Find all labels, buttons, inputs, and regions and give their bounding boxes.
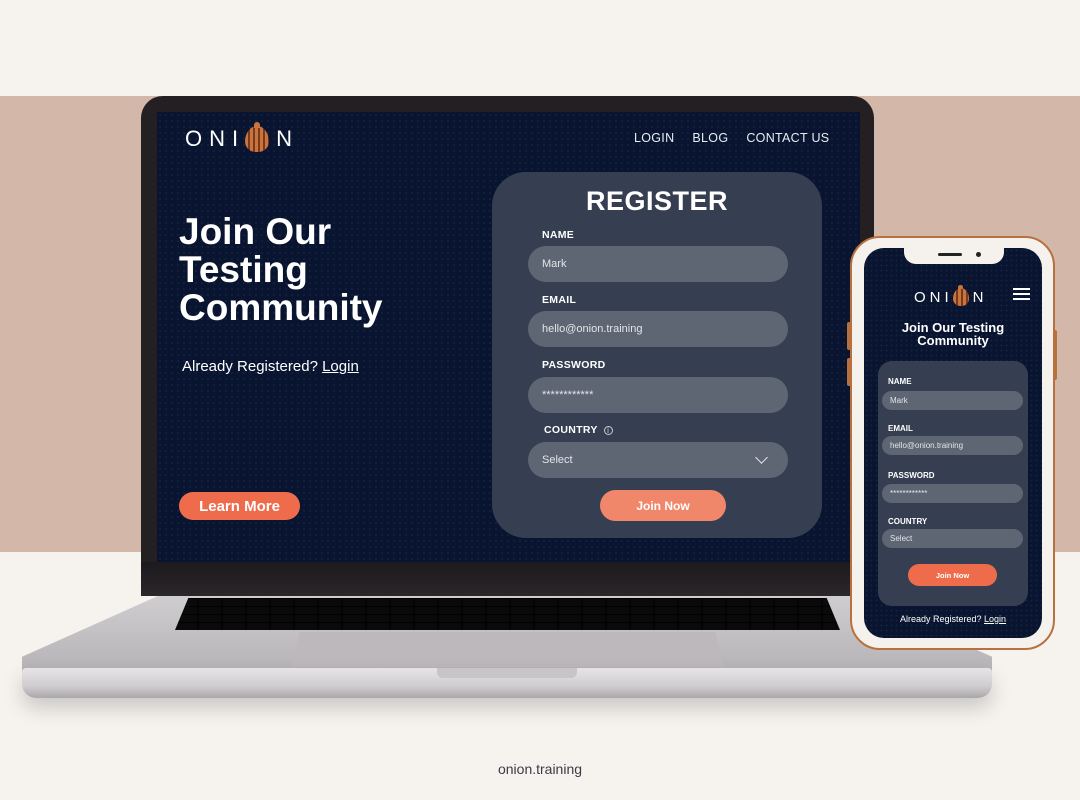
email-input[interactable]: hello@onion.training <box>528 311 788 347</box>
logo-text-left: ONI <box>914 288 953 306</box>
mobile-hero-title: Join Our Testing Community <box>864 321 1042 347</box>
password-input[interactable]: ************ <box>528 377 788 413</box>
mobile-country-value: Select <box>890 534 913 543</box>
password-label: PASSWORD <box>542 359 606 371</box>
mobile-already-text: Already Registered? <box>899 614 982 624</box>
onion-icon <box>952 285 969 306</box>
nav-login[interactable]: LOGIN <box>634 131 674 145</box>
logo-text-right: N <box>972 288 988 306</box>
mobile-password-label: PASSWORD <box>888 471 935 480</box>
already-registered-text: Already Registered? <box>182 358 318 375</box>
password-value: ************ <box>542 389 594 401</box>
learn-more-button[interactable]: Learn More <box>179 492 300 520</box>
hero-title-line: Testing <box>179 249 308 290</box>
mobile-password-value: ************ <box>890 489 928 498</box>
mobile-name-input[interactable]: Mark <box>882 391 1023 410</box>
email-label: EMAIL <box>542 294 577 306</box>
info-icon[interactable]: i <box>603 425 613 435</box>
already-registered: Already Registered? Login <box>182 358 359 375</box>
mobile-password-input[interactable]: ************ <box>882 484 1023 503</box>
logo-text-right: N <box>276 126 300 151</box>
country-select[interactable]: Select <box>528 442 788 478</box>
name-input[interactable]: Mark <box>528 246 788 282</box>
nav-blog[interactable]: BLOG <box>692 131 728 145</box>
country-label-text: COUNTRY <box>544 424 598 436</box>
mobile-country-select[interactable]: Select <box>882 529 1023 548</box>
hamburger-menu-icon[interactable] <box>1013 288 1030 300</box>
phone-camera <box>976 252 981 257</box>
footer-url[interactable]: onion.training <box>0 761 1080 777</box>
mobile-already-registered: Already Registered? Login <box>864 614 1042 624</box>
nav-contact-us[interactable]: CONTACT US <box>746 131 829 145</box>
mobile-email-value: hello@onion.training <box>890 441 964 450</box>
country-label: COUNTRY i <box>544 424 613 436</box>
mobile-login-link[interactable]: Login <box>984 614 1006 624</box>
phone-speaker <box>938 253 962 256</box>
phone-mockup: ONI N Join Our Testing Community NAME Ma… <box>850 236 1055 650</box>
hero-title-line: Join Our <box>179 211 332 252</box>
laptop-keyboard <box>175 598 840 630</box>
name-value: Mark <box>542 258 567 270</box>
desktop-logo[interactable]: ONI N <box>185 122 300 152</box>
logo-text-left: ONI <box>185 126 246 151</box>
hero-title-line: Community <box>179 287 383 328</box>
chevron-down-icon <box>755 451 768 464</box>
phone-screen: ONI N Join Our Testing Community NAME Ma… <box>864 248 1042 638</box>
join-now-button[interactable]: Join Now <box>600 490 726 521</box>
mobile-name-value: Mark <box>890 396 908 405</box>
email-value: hello@onion.training <box>542 323 643 335</box>
mobile-register-card: NAME Mark EMAIL hello@onion.training PAS… <box>878 361 1028 606</box>
mobile-name-label: NAME <box>888 377 912 386</box>
login-link[interactable]: Login <box>322 358 359 375</box>
register-title: REGISTER <box>585 186 729 216</box>
laptop-trackpad <box>291 632 724 667</box>
hero-title: Join Our Testing Community <box>179 213 479 327</box>
phone-notch <box>904 248 1004 264</box>
phone-volume-up <box>847 322 851 350</box>
laptop-notch <box>437 668 577 678</box>
onion-icon <box>245 122 270 152</box>
desktop-nav: LOGIN BLOG CONTACT US <box>634 131 829 145</box>
laptop-bezel-bottom <box>141 562 874 596</box>
mobile-title-line: Community <box>917 333 989 348</box>
phone-volume-down <box>847 358 851 386</box>
mobile-logo[interactable]: ONI N <box>914 285 988 306</box>
phone-power-button <box>1053 330 1057 380</box>
mobile-join-now-button[interactable]: Join Now <box>908 564 997 586</box>
register-card: REGISTER NAME Mark EMAIL hello@onion.tra… <box>492 172 822 538</box>
country-value: Select <box>542 454 573 466</box>
mobile-email-input[interactable]: hello@onion.training <box>882 436 1023 455</box>
mobile-email-label: EMAIL <box>888 424 913 433</box>
mobile-country-label: COUNTRY <box>888 517 928 526</box>
name-label: NAME <box>542 229 575 241</box>
